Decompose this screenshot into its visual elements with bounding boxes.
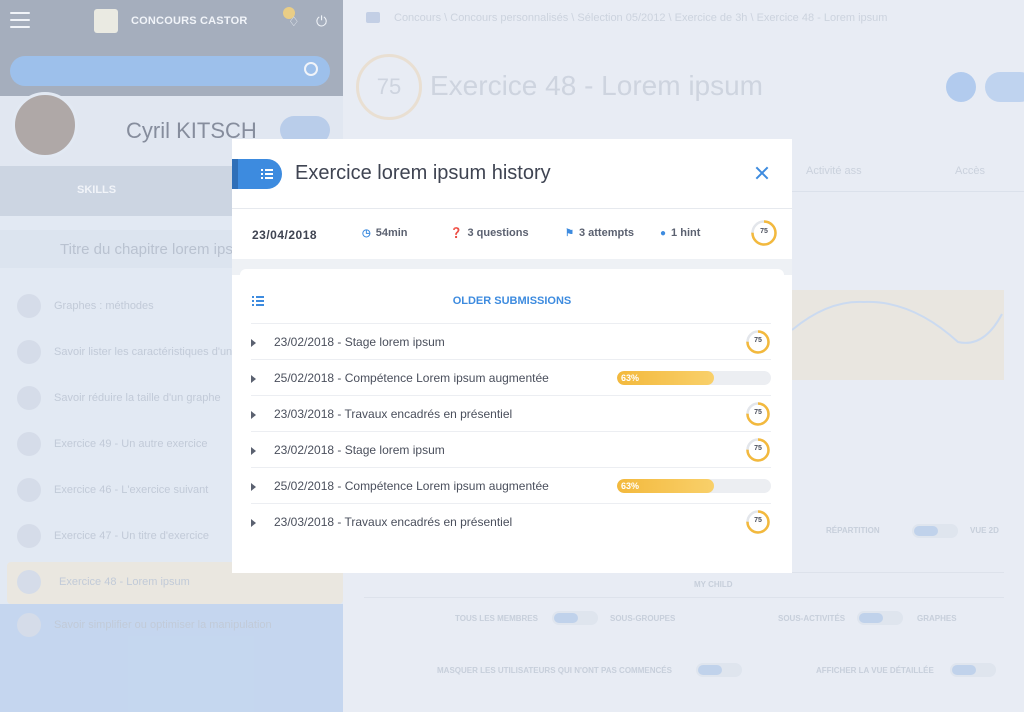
score-value: 75 (754, 337, 762, 344)
progress-fill: 63% (617, 371, 715, 385)
submissions-list: 23/02/2018 - Stage lorem ipsum 75 25/02/20… (251, 323, 771, 539)
history-badge (232, 159, 282, 189)
score-value: 75 (754, 409, 762, 416)
questions-value: 3 questions (467, 227, 529, 239)
submission-label: 23/03/2018 - Travaux encadrés en présent… (274, 407, 513, 421)
submission-label: 23/02/2018 - Stage lorem ipsum (274, 443, 445, 457)
lightbulb-icon: ● (660, 228, 667, 239)
expand-caret-icon[interactable] (251, 411, 256, 419)
duration-value: 54min (375, 227, 408, 239)
clock-icon: ◷ (362, 228, 371, 239)
progress-label: 63% (621, 373, 640, 383)
submission-row[interactable]: 25/02/2018 - Compétence Lorem ipsum augm… (251, 359, 771, 395)
questions-stat: ❓ 3 questions (450, 227, 529, 239)
hints-value: 1 hint (671, 227, 701, 239)
history-modal: Exercice lorem ipsum history 23/04/2018 … (232, 139, 792, 573)
submission-row[interactable]: 23/02/2018 - Stage lorem ipsum 75 (251, 323, 771, 359)
submission-label: 25/02/2018 - Compétence Lorem ipsum augm… (274, 371, 549, 385)
progress-bar: 63% (617, 479, 771, 493)
hints-stat: ● 1 hint (660, 227, 700, 239)
submission-label: 23/02/2018 - Stage lorem ipsum (274, 335, 445, 349)
expand-caret-icon[interactable] (251, 483, 256, 491)
score-value: 75 (754, 517, 762, 524)
latest-submission-summary: 23/04/2018 ◷ 54min ❓ 3 questions ⚑ 3 attemp… (232, 209, 792, 259)
expand-caret-icon[interactable] (251, 519, 256, 527)
progress-bar: 63% (617, 371, 771, 385)
modal-header: Exercice lorem ipsum history (232, 139, 792, 209)
submission-label: 23/03/2018 - Travaux encadrés en présent… (274, 515, 513, 529)
submission-row[interactable]: 23/03/2018 - Travaux encadrés en présent… (251, 395, 771, 431)
flag-icon: ⚑ (565, 228, 574, 239)
list-icon (261, 169, 273, 179)
score-value: 75 (754, 445, 762, 452)
close-icon[interactable] (752, 163, 772, 183)
submission-row[interactable]: 25/02/2018 - Compétence Lorem ipsum augm… (251, 467, 771, 503)
question-icon: ❓ (450, 228, 463, 239)
progress-label: 63% (621, 481, 640, 491)
attempts-stat: ⚑ 3 attempts (565, 227, 634, 239)
attempts-value: 3 attempts (578, 227, 634, 239)
expand-caret-icon[interactable] (251, 375, 256, 383)
duration-stat: ◷ 54min (362, 227, 408, 239)
submission-row[interactable]: 23/03/2018 - Travaux encadrés en présent… (251, 503, 771, 539)
expand-caret-icon[interactable] (251, 447, 256, 455)
submission-row[interactable]: 23/02/2018 - Stage lorem ipsum 75 (251, 431, 771, 467)
submission-date: 23/04/2018 (252, 228, 318, 242)
score-value: 75 (760, 228, 768, 235)
submission-label: 25/02/2018 - Compétence Lorem ipsum augm… (274, 479, 549, 493)
progress-fill: 63% (617, 479, 715, 493)
expand-caret-icon[interactable] (251, 339, 256, 347)
section-title: OLDER SUBMISSIONS (452, 295, 572, 307)
older-submissions: OLDER SUBMISSIONS 23/02/2018 - Stage lor… (232, 275, 792, 573)
modal-title: Exercice lorem ipsum history (295, 162, 551, 184)
